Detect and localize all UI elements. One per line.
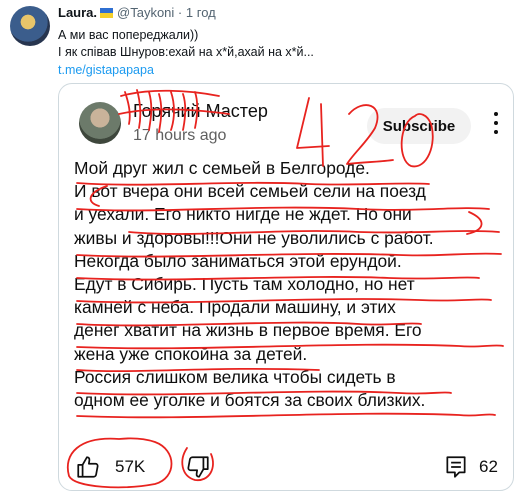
comment-count: 62 bbox=[479, 457, 498, 476]
post-line: Едут в Сибирь. Пусть там холодно, но нет bbox=[74, 274, 415, 295]
thumbs-up-icon bbox=[77, 456, 99, 478]
post-time: 17 hours ago bbox=[133, 127, 227, 144]
post-line: Некогда было заниматься этой ерундой. bbox=[74, 250, 402, 271]
tweet-link[interactable]: t.me/gistapapapa bbox=[58, 63, 154, 77]
ukraine-flag-icon bbox=[100, 8, 114, 18]
tweet-text-line-2: І як співав Шнуров:ехай на х*й,ахай на х… bbox=[58, 45, 314, 59]
like-count: 57K bbox=[115, 457, 146, 476]
meta-separator: · bbox=[177, 5, 183, 20]
post-line: денег хватит на жизнь в первое время. Ег… bbox=[74, 320, 422, 341]
tweet-time[interactable]: 1 год bbox=[186, 5, 216, 20]
post-line: и уехали. Его никто нигде не ждет. Но он… bbox=[74, 204, 412, 225]
comment-icon bbox=[446, 456, 466, 478]
post-line: живы и здоровы!!!Они не уволились с рабо… bbox=[74, 227, 434, 248]
subscribe-button: Subscribe bbox=[367, 108, 471, 144]
thumbs-down-icon bbox=[187, 456, 209, 478]
channel-avatar bbox=[79, 102, 121, 144]
tweet-meta: Laura. @Taykoni · 1 год bbox=[58, 5, 216, 20]
author-avatar[interactable] bbox=[10, 6, 50, 46]
channel-name: Горячий Мастер bbox=[133, 101, 268, 121]
embedded-post-image[interactable]: Горячий Мастер 17 hours ago Subscribe Мо… bbox=[58, 83, 514, 491]
post-line: И вот вчера они всей семьей сели на поез… bbox=[74, 181, 426, 202]
post-line: жена уже спокойна за детей. bbox=[74, 343, 308, 364]
post-line: одном ее уголке и боятся за своих близки… bbox=[74, 390, 426, 411]
post-line: камней с неба. Продали машину, и этих bbox=[74, 297, 396, 318]
post-line: Россия слишком велика чтобы сидеть в bbox=[74, 366, 396, 387]
author-name[interactable]: Laura. bbox=[58, 5, 97, 20]
post-line: Мой друг жил с семьей в Белгороде. bbox=[74, 158, 370, 178]
more-options-icon bbox=[491, 112, 501, 138]
post-body: Мой друг жил с семьей в Белгороде. И вот… bbox=[74, 157, 506, 412]
tweet-text-line-1: А ми вас попереджали)) bbox=[58, 28, 199, 42]
author-handle[interactable]: @Taykoni bbox=[117, 5, 174, 20]
